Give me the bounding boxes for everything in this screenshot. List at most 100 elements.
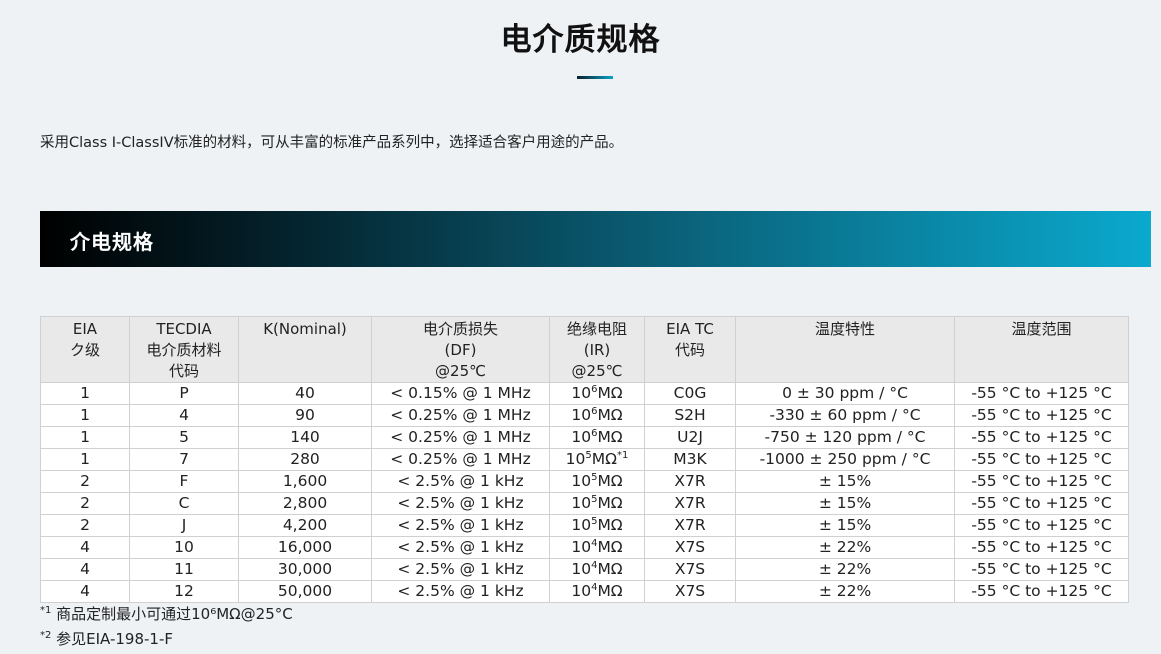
ir-base: 10 (571, 494, 592, 512)
table-header-cell: EIA ク级 (40, 316, 130, 383)
table-cell-tc: ± 15% (735, 492, 955, 515)
table-cell-df: < 0.15% @ 1 MHz (371, 382, 550, 405)
table-cell-df: < 0.25% @ 1 MHz (371, 426, 550, 449)
table-row: 4 11 30,000 < 2.5% @ 1 kHz 104MΩ X7S ± 22% -55 … (40, 558, 1129, 581)
ir-base: 10 (571, 384, 592, 402)
ir-unit: MΩ (597, 494, 623, 512)
table-row: 4 12 50,000 < 2.5% @ 1 kHz 104MΩ X7S ± 22% -55 … (40, 580, 1129, 603)
table-cell-code: 5 (129, 426, 239, 449)
table-cell-ir: 105MΩ (549, 470, 645, 493)
footnote: *2 参见EIA-198-1-F (40, 627, 293, 652)
table-row: 2 J 4,200 < 2.5% @ 1 kHz 105MΩ X7R ± 15% -55 °C… (40, 514, 1129, 537)
table-cell-tc: ± 22% (735, 580, 955, 603)
table-cell-ir: 105MΩ (549, 514, 645, 537)
ir-base: 10 (571, 428, 592, 446)
header-line: K(Nominal) (263, 320, 347, 338)
table-cell-range: -55 °C to +125 °C (954, 580, 1129, 603)
header-line: TECDIA (156, 320, 212, 338)
table-cell-ir: 106MΩ (549, 426, 645, 449)
table-cell-k: 1,600 (238, 470, 372, 493)
table-header-cell: 温度特性 (735, 316, 955, 383)
ir-unit: MΩ (597, 560, 623, 578)
header-line: 绝缘电阻(IR) (566, 320, 627, 359)
table-cell-ir: 104MΩ (549, 558, 645, 581)
table-cell-code: 7 (129, 448, 239, 471)
header-line: 代码 (168, 362, 199, 380)
table-cell-eia-class: 2 (40, 492, 130, 515)
ir-unit: MΩ (597, 538, 623, 556)
table-cell-k: 40 (238, 382, 372, 405)
header-line: ク级 (69, 341, 100, 359)
header-line: 代码 (674, 341, 705, 359)
table-cell-k: 50,000 (238, 580, 372, 603)
footnote-mark: *1 (40, 605, 52, 616)
header-line: @25℃ (435, 362, 486, 380)
table-cell-df: < 2.5% @ 1 kHz (371, 536, 550, 559)
table-cell-tc: ± 15% (735, 514, 955, 537)
table-cell-range: -55 °C to +125 °C (954, 426, 1129, 449)
intro-text: 采用Class I-ClassIV标准的材料，可从丰富的标准产品系列中，选择适合… (40, 135, 624, 151)
table-cell-k: 16,000 (238, 536, 372, 559)
table-cell-ir: 104MΩ (549, 580, 645, 603)
ir-base: 10 (571, 516, 592, 534)
table-cell-tc-code: U2J (644, 426, 736, 449)
ir-base: 10 (571, 560, 592, 578)
table-cell-code: F (129, 470, 239, 493)
table-cell-df: < 0.25% @ 1 MHz (371, 404, 550, 427)
table-cell-k: 30,000 (238, 558, 372, 581)
ir-base: 10 (571, 538, 592, 556)
table-cell-eia-class: 2 (40, 514, 130, 537)
table-cell-code: C (129, 492, 239, 515)
ir-unit: MΩ (597, 406, 623, 424)
page-title: 电介质规格 (500, 22, 661, 58)
table-row: 2 F 1,600 < 2.5% @ 1 kHz 105MΩ X7R ± 15% -55 °C… (40, 470, 1129, 493)
table-cell-code: 12 (129, 580, 239, 603)
footnote-ref: *1 (616, 449, 629, 461)
table-cell-tc-code: X7R (644, 492, 736, 515)
table-cell-ir: 105MΩ (549, 492, 645, 515)
header-line: 电介质损失 (422, 320, 498, 338)
table-cell-code: 11 (129, 558, 239, 581)
table-cell-tc-code: S2H (644, 404, 736, 427)
table-cell-eia-class: 4 (40, 580, 130, 603)
table-cell-range: -55 °C to +125 °C (954, 492, 1129, 515)
table-cell-tc-code: X7S (644, 536, 736, 559)
table-cell-code: 10 (129, 536, 239, 559)
table-cell-k: 2,800 (238, 492, 372, 515)
ir-base: 10 (571, 472, 592, 490)
table-cell-eia-class: 1 (40, 404, 130, 427)
table-cell-tc-code: X7R (644, 514, 736, 537)
table-cell-eia-class: 1 (40, 426, 130, 449)
table-row: 1 4 90 < 0.25% @ 1 MHz 106MΩ S2H -330 ± 60 ppm… (40, 404, 1129, 427)
table-cell-tc-code: X7S (644, 558, 736, 581)
table-cell-tc: -1000 ± 250 ppm / °C (735, 448, 955, 471)
table-cell-range: -55 °C to +125 °C (954, 382, 1129, 405)
table-header-cell: TECDIA 电介质材料代码 (129, 316, 239, 383)
ir-base: 10 (571, 406, 592, 424)
table-cell-ir: 106MΩ (549, 404, 645, 427)
table-cell-k: 140 (238, 426, 372, 449)
dielectric-spec-table: EIA ク级 TECDIA 电介质材料 代码 K(Nominal) 电介质损失 (DF) @25… (40, 316, 1129, 603)
header-line: 电介质材料 (146, 341, 222, 359)
table-cell-tc-code: X7S (644, 580, 736, 603)
table-header-cell: 温度范围 (954, 316, 1129, 383)
table-cell-eia-class: 1 (40, 382, 130, 405)
table-cell-range: -55 °C to +125 °C (954, 558, 1129, 581)
table-cell-df: < 0.25% @ 1 MHz (371, 448, 550, 471)
footnotes: *1 商品定制最小可通过10⁶MΩ@25°C *2 参见EIA-198-1-F (40, 602, 293, 652)
table-cell-tc: 0 ± 30 ppm / °C (735, 382, 955, 405)
table-cell-code: P (129, 382, 239, 405)
table-cell-range: -55 °C to +125 °C (954, 404, 1129, 427)
ir-unit: MΩ (591, 450, 617, 468)
table-cell-ir: 105MΩ*1 (549, 448, 645, 471)
header-line: (DF) (444, 341, 477, 359)
header-line: EIA (72, 320, 98, 338)
table-cell-tc: ± 22% (735, 536, 955, 559)
table-header-row: EIA ク级 TECDIA 电介质材料 代码 K(Nominal) 电介质损失 (DF) @25… (40, 316, 1129, 383)
table-cell-range: -55 °C to +125 °C (954, 470, 1129, 493)
ir-unit: MΩ (597, 472, 623, 490)
table-cell-tc-code: M3K (644, 448, 736, 471)
table-cell-range: -55 °C to +125 °C (954, 514, 1129, 537)
table-cell-eia-class: 4 (40, 558, 130, 581)
table-body: 1 P 40 < 0.15% @ 1 MHz 106MΩ C0G 0 ± 30 ppm / … (40, 382, 1129, 603)
